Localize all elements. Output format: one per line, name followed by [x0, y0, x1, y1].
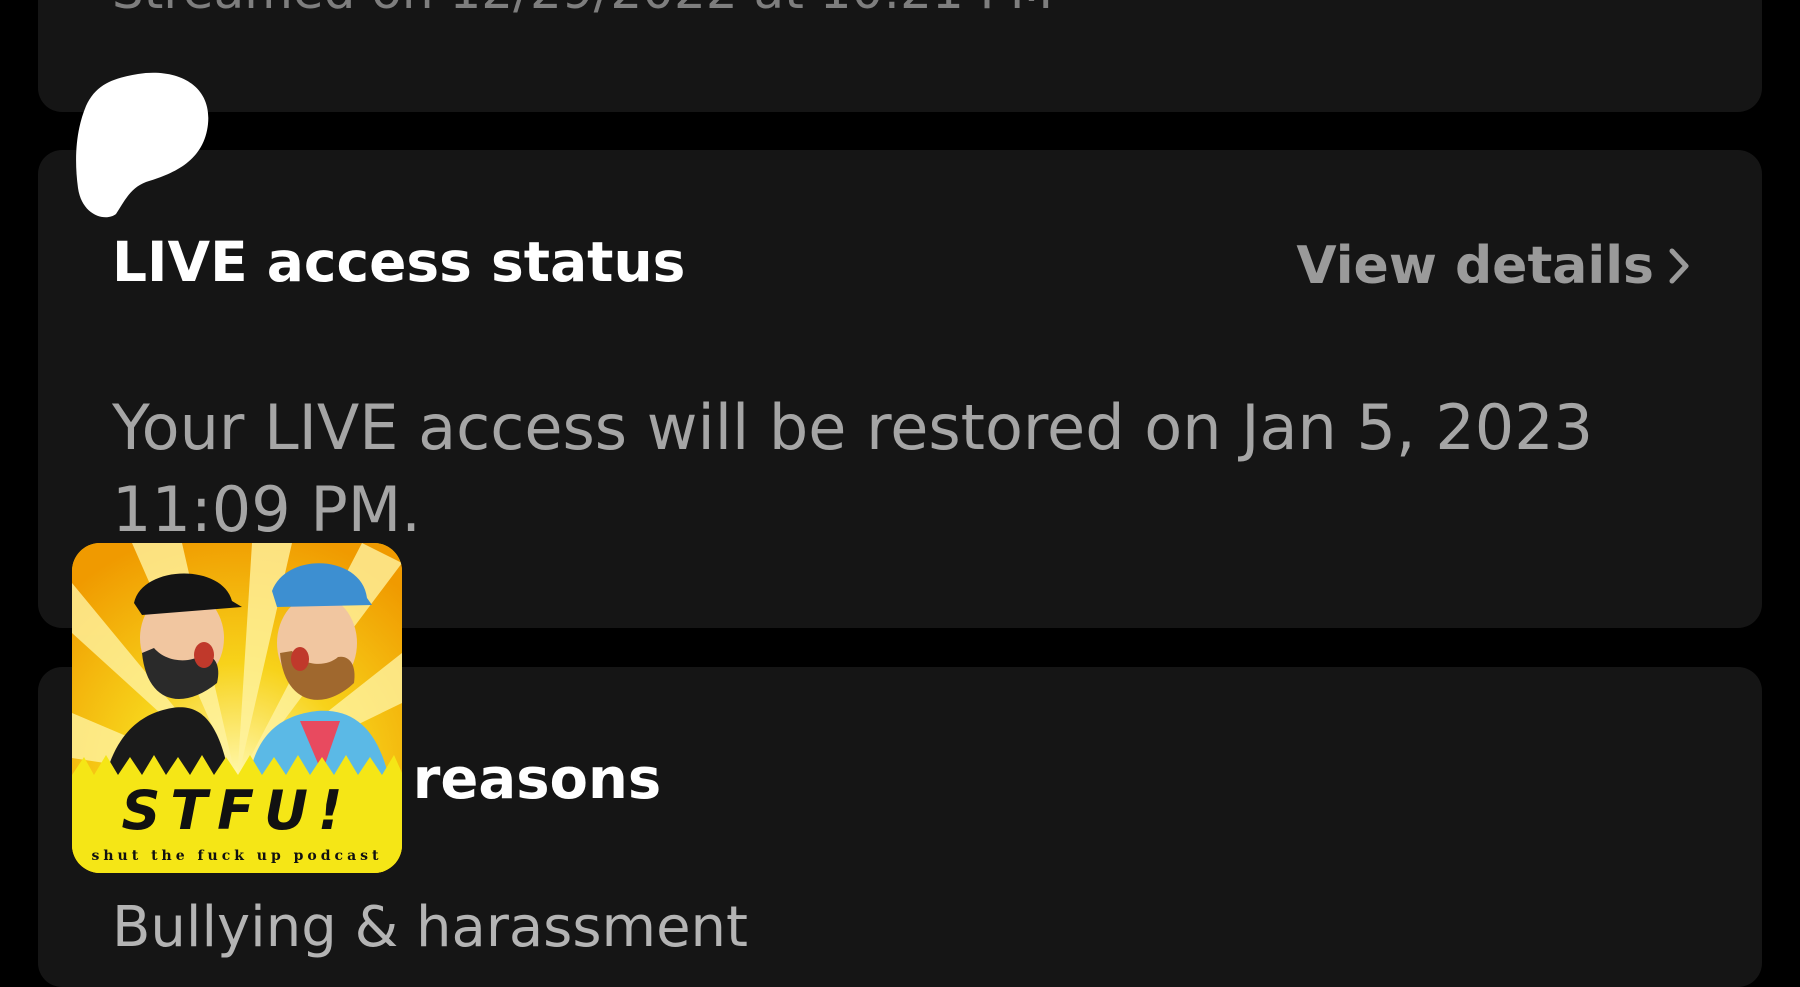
live-access-status-title: LIVE access status [112, 230, 686, 294]
streamed-date-text: Streamed on 12/29/2022 at 10:21 PM [112, 0, 1053, 20]
live-access-restore-message: Your LIVE access will be restored on Jan… [112, 391, 1594, 546]
podcast-artwork-title: STFU! [121, 779, 353, 842]
podcast-artwork: STFU! shut the fuck up podcast [72, 543, 402, 873]
chevron-right-icon [1669, 248, 1689, 284]
stream-info-card: Streamed on 12/29/2022 at 10:21 PM [38, 0, 1762, 112]
view-details-link[interactable]: View details [1296, 236, 1690, 296]
violation-reason-item: Bullying & harassment [112, 895, 748, 960]
speech-bubble-logo-icon [76, 72, 209, 218]
podcast-artwork-subtitle: shut the fuck up podcast [91, 848, 383, 864]
view-details-label: View details [1296, 236, 1654, 296]
